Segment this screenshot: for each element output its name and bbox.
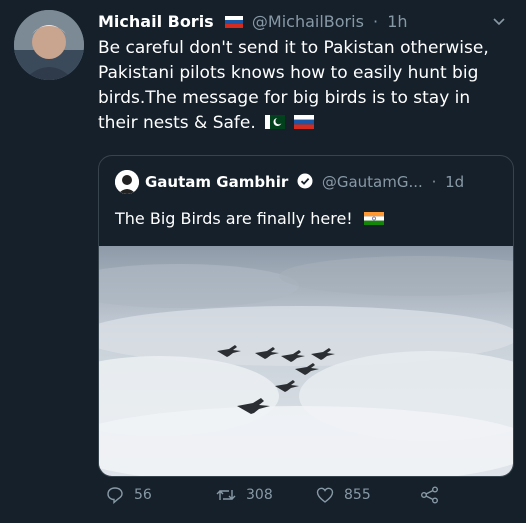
quoted-author-handle[interactable]: @GautamG... bbox=[322, 173, 423, 191]
quoted-tweet[interactable]: Gautam Gambhir @GautamG... · 1d The Big … bbox=[98, 155, 514, 477]
reply-count: 56 bbox=[134, 487, 152, 503]
quoted-text-content: The Big Birds are finally here! bbox=[115, 209, 353, 228]
quoted-text: The Big Birds are finally here! bbox=[115, 208, 384, 230]
author-handle[interactable]: @MichailBoris bbox=[252, 12, 364, 31]
tweet-flags bbox=[261, 113, 314, 133]
quoted-author-avatar[interactable] bbox=[115, 170, 139, 194]
tweet-actions: 56 308 855 bbox=[98, 478, 512, 518]
tweet-header: Michail Boris @MichailBoris · 1h bbox=[98, 12, 408, 32]
retweet-button[interactable]: 308 bbox=[216, 486, 273, 504]
quoted-time[interactable]: 1d bbox=[445, 173, 464, 191]
reply-button[interactable]: 56 bbox=[106, 486, 152, 504]
retweet-icon bbox=[216, 490, 236, 500]
tweet-text: Be careful don't send it to Pakistan oth… bbox=[98, 36, 508, 136]
quoted-author-name[interactable]: Gautam Gambhir bbox=[145, 173, 288, 191]
tweet[interactable]: Michail Boris @MichailBoris · 1h Be care… bbox=[0, 0, 526, 523]
like-icon bbox=[316, 487, 334, 503]
quoted-image[interactable] bbox=[99, 246, 513, 476]
separator-dot: · bbox=[431, 173, 437, 191]
share-button[interactable] bbox=[420, 486, 450, 504]
flag-india-icon bbox=[363, 212, 384, 225]
author-name[interactable]: Michail Boris bbox=[98, 12, 214, 31]
separator-dot: · bbox=[373, 12, 379, 31]
like-button[interactable]: 855 bbox=[316, 486, 371, 504]
flag-pakistan-icon bbox=[265, 115, 286, 129]
verified-icon bbox=[297, 173, 313, 189]
tweet-time[interactable]: 1h bbox=[387, 12, 407, 31]
share-icon bbox=[421, 486, 438, 504]
flag-russia-icon bbox=[293, 115, 314, 129]
quoted-header: Gautam Gambhir @GautamG... · 1d bbox=[145, 172, 464, 192]
author-avatar[interactable] bbox=[14, 10, 84, 80]
retweet-count: 308 bbox=[246, 487, 273, 503]
flag-russia-icon bbox=[224, 16, 243, 28]
chevron-down-icon[interactable] bbox=[492, 14, 506, 28]
like-count: 855 bbox=[344, 487, 371, 503]
reply-icon bbox=[107, 487, 123, 504]
